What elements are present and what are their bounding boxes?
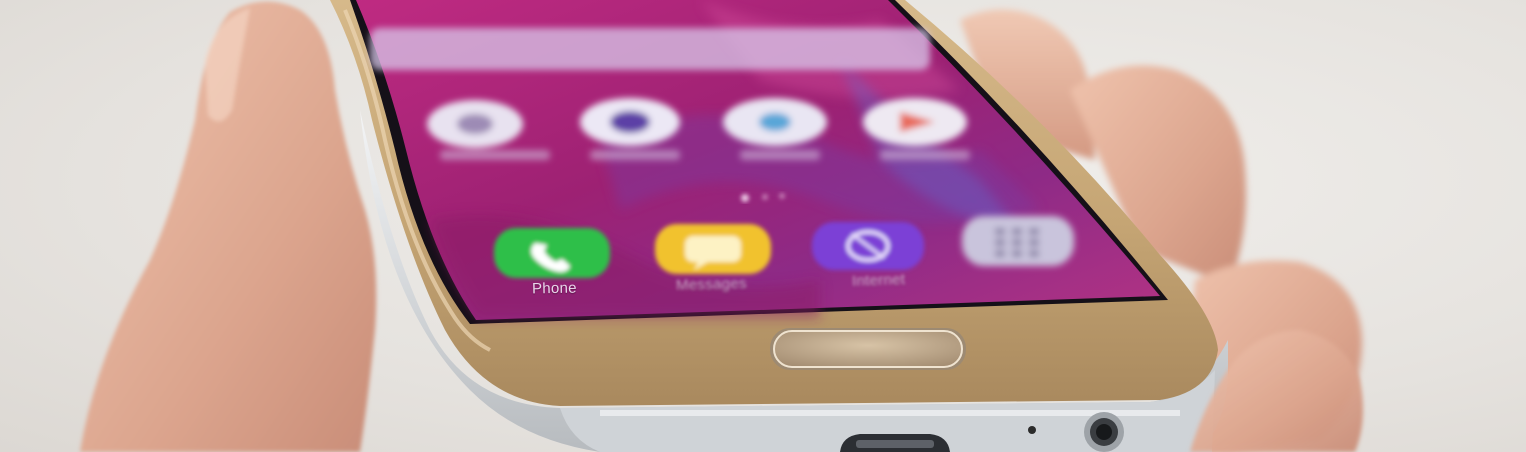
- dock-label-internet: Internet: [851, 271, 906, 290]
- home-button-icon: [770, 328, 966, 370]
- photo-scene: Phone Messages Internet: [0, 0, 1526, 452]
- phone-photo: [80, 0, 1364, 452]
- messages-icon: [655, 224, 771, 274]
- dock-label-phone: Phone: [531, 279, 578, 298]
- dock-label-messages: Messages: [675, 275, 747, 294]
- microphone-hole-icon: [1028, 426, 1036, 434]
- internet-icon: [812, 222, 924, 270]
- apps-grid-icon: [962, 216, 1074, 266]
- hand-thumb: [80, 1, 377, 452]
- phone-icon: [494, 228, 610, 278]
- search-bar: [370, 28, 930, 70]
